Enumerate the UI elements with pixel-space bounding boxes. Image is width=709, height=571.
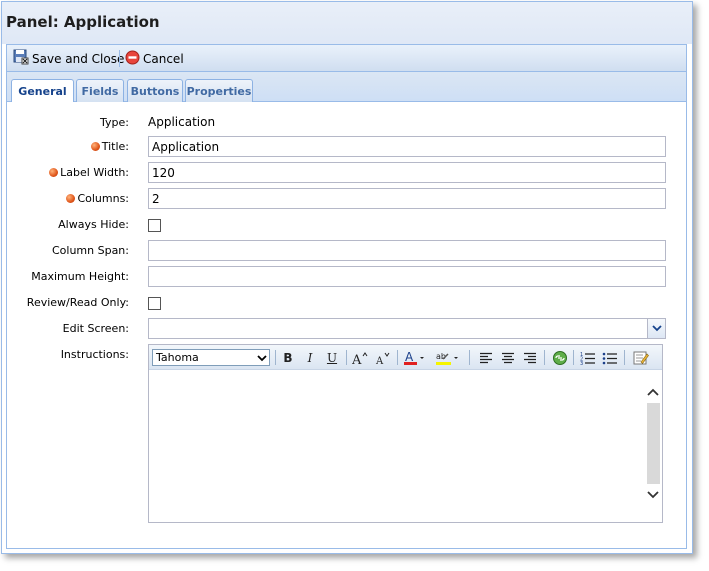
tab-general[interactable]: General (11, 79, 74, 103)
save-close-label: Save and Close (32, 51, 125, 66)
always-hide-label: Always Hide: (58, 218, 129, 231)
type-value: Application (148, 115, 216, 129)
italic-icon[interactable]: I (300, 349, 320, 367)
svg-text:3: 3 (580, 361, 583, 365)
bullet-list-icon[interactable] (600, 349, 620, 367)
grow-text-icon[interactable]: A (350, 349, 370, 367)
svg-text:A: A (375, 356, 384, 365)
font-family-select[interactable]: Tahoma (152, 349, 270, 366)
scroll-up-icon (647, 388, 659, 396)
edit-screen-combo[interactable] (148, 318, 666, 339)
tab-properties[interactable]: Properties (185, 79, 253, 102)
instructions-content[interactable] (149, 371, 644, 522)
highlight-icon[interactable]: ab (434, 349, 462, 367)
tab-fields[interactable]: Fields (76, 79, 124, 102)
review-read-only-checkbox[interactable] (148, 297, 161, 310)
panel-window: Panel: Application Save and Close Cancel… (1, 1, 693, 554)
chevron-down-icon (257, 355, 267, 362)
column-span-input[interactable] (148, 240, 666, 261)
review-read-only-label: Review/Read Only: (26, 296, 129, 309)
toolbar-separator (119, 50, 120, 67)
edit-screen-label: Edit Screen: (62, 322, 129, 335)
numbered-list-icon[interactable]: 123 (578, 349, 598, 367)
scrollbar-thumb[interactable] (647, 403, 660, 484)
columns-label: Columns: (77, 192, 129, 205)
column-span-label: Column Span: (51, 244, 129, 257)
chevron-down-icon (651, 325, 662, 332)
editor-toolbar: Tahoma B I U A A A ab 1 2 3 (149, 345, 662, 370)
align-center-icon[interactable] (498, 349, 518, 367)
always-hide-checkbox[interactable] (148, 219, 161, 232)
type-label: Type: (100, 116, 129, 129)
maximum-height-input[interactable] (148, 266, 666, 287)
title-input[interactable]: Application (148, 136, 666, 157)
underline-icon[interactable]: U (322, 349, 342, 367)
title-label: Title: (101, 140, 129, 153)
required-icon (49, 168, 59, 177)
edit-screen-dropdown-button[interactable] (647, 319, 665, 338)
scroll-down-icon (647, 491, 659, 499)
columns-label-wrap: Columns: (0, 192, 129, 205)
title-bar: Panel: Application (2, 2, 692, 44)
svg-text:A: A (352, 353, 362, 365)
columns-input[interactable]: 2 (148, 188, 666, 209)
instructions-label: Instructions: (60, 348, 129, 361)
align-right-icon[interactable] (520, 349, 540, 367)
required-icon (90, 142, 100, 151)
label-width-label-wrap: Label Width: (0, 166, 129, 179)
label-width-label: Label Width: (60, 166, 129, 179)
font-color-icon[interactable]: A (402, 349, 428, 367)
toolbar: Save and Close Cancel (6, 44, 687, 72)
save-close-button[interactable]: Save and Close (13, 48, 124, 69)
window-title: Panel: Application (6, 13, 160, 31)
tab-strip: General Fields Buttons Properties (6, 72, 687, 103)
editor-scrollbar[interactable] (645, 383, 662, 504)
bold-icon[interactable]: B (278, 349, 298, 367)
cancel-label: Cancel (143, 51, 184, 66)
font-family-value: Tahoma (156, 351, 199, 364)
general-form: Type: Application Title: Application Lab… (6, 102, 687, 549)
source-edit-icon[interactable] (631, 349, 651, 367)
save-close-icon (13, 49, 29, 68)
svg-text:A: A (405, 350, 414, 364)
tab-buttons[interactable]: Buttons (127, 79, 183, 102)
link-icon[interactable] (550, 349, 570, 367)
align-left-icon[interactable] (476, 349, 496, 367)
cancel-icon (125, 50, 140, 68)
shrink-text-icon[interactable]: A (373, 349, 393, 367)
label-width-input[interactable]: 120 (148, 162, 666, 183)
instructions-editor: Tahoma B I U A A A ab 1 2 3 (148, 344, 663, 523)
title-label-wrap: Title: (0, 140, 129, 153)
maximum-height-label: Maximum Height: (31, 270, 129, 283)
required-icon (66, 194, 76, 203)
cancel-button[interactable]: Cancel (125, 48, 184, 69)
